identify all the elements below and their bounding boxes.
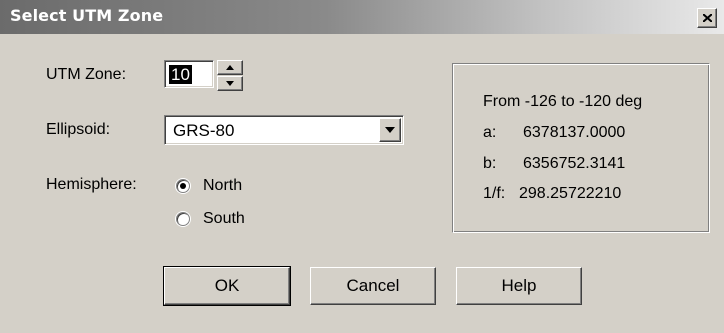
zone-spin-down-button[interactable] <box>217 76 243 91</box>
utm-zone-input[interactable]: 10 <box>164 60 214 88</box>
zone-spin-up-button[interactable] <box>217 60 243 75</box>
semi-minor-axis-row: b: 6356752.3141 <box>483 155 625 173</box>
inverse-flattening-key: 1/f: <box>483 185 506 202</box>
ok-button[interactable]: OK <box>163 266 291 306</box>
inverse-flattening-value: 298.25722210 <box>519 185 622 202</box>
semi-major-axis-row: a: 6378137.0000 <box>483 124 625 142</box>
ellipsoid-value: GRS-80 <box>173 121 235 140</box>
radio-selected-dot <box>180 183 186 189</box>
utm-zone-value: 10 <box>169 65 192 84</box>
semi-minor-axis-value: 6356752.3141 <box>523 155 626 172</box>
semi-major-axis-value: 6378137.0000 <box>523 124 626 141</box>
hemisphere-label: Hemisphere: <box>46 176 137 193</box>
ellipsoid-label: Ellipsoid: <box>46 121 111 138</box>
cancel-button[interactable]: Cancel <box>310 267 436 305</box>
utm-zone-label: UTM Zone: <box>46 66 127 83</box>
close-icon <box>703 14 712 22</box>
window-title: Select UTM Zone <box>10 6 164 25</box>
ellipsoid-info-panel: From -126 to -120 deg a: 6378137.0000 b: 6… <box>452 63 710 233</box>
semi-major-axis-key: a: <box>483 124 497 141</box>
south-radio[interactable] <box>176 212 190 226</box>
north-radio[interactable] <box>176 179 190 193</box>
select-utm-zone-dialog: Select UTM Zone UTM Zone: 10 Ellipsoid: … <box>0 0 724 333</box>
inverse-flattening-row: 1/f: 298.25722210 <box>483 185 621 203</box>
title-bar[interactable]: Select UTM Zone <box>0 0 724 34</box>
spin-down-arrow-icon <box>226 81 234 86</box>
ellipsoid-select[interactable]: GRS-80 <box>164 115 404 145</box>
north-radio-label[interactable]: North <box>203 177 242 195</box>
south-radio-label[interactable]: South <box>203 210 245 228</box>
close-button[interactable] <box>697 8 717 28</box>
semi-minor-axis-key: b: <box>483 155 497 172</box>
spin-up-arrow-icon <box>226 65 234 70</box>
ellipsoid-dropdown-button[interactable] <box>379 118 401 142</box>
help-button[interactable]: Help <box>456 267 582 305</box>
dropdown-arrow-icon <box>385 127 395 133</box>
zone-range-text: From -126 to -120 deg <box>483 93 643 110</box>
